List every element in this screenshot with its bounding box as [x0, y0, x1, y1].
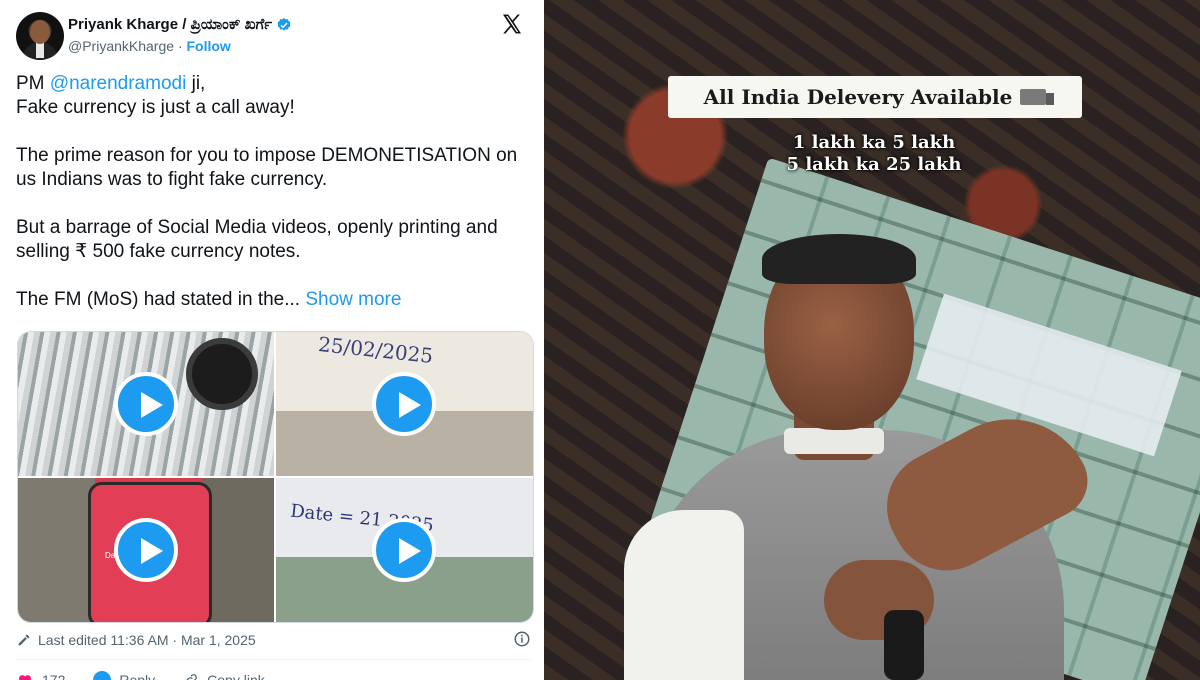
divider — [16, 659, 531, 660]
tweet-paragraph-4: The FM (MoS) had stated in the... Show m… — [16, 288, 531, 312]
handle-row: @PriyankKharge · Follow — [68, 38, 231, 54]
tweet-paragraph-2: The prime reason for you to impose DEMON… — [16, 145, 518, 190]
reply-label[interactable]: Reply — [119, 672, 155, 680]
author-handle[interactable]: @PriyankKharge — [68, 38, 174, 54]
video-thumbnail-1[interactable] — [18, 332, 274, 476]
video-thumbnail-3[interactable]: Da — [18, 478, 274, 622]
video-thumbnail-2[interactable]: 25/02/2025 — [276, 332, 533, 476]
tweet-card: Priyank Kharge / ಪ್ರಿಯಾಂಕ್ ಖರ್ಗೆ @Priyan… — [0, 0, 543, 680]
tweet-header: Priyank Kharge / ಪ್ರಿಯಾಂಕ್ ಖರ್ಗೆ @Priyan… — [16, 12, 536, 62]
text-segment: Fake currency is just a call away! — [16, 97, 295, 118]
separator-dot: · — [177, 38, 183, 54]
tweet-text: PM @narendramodi ji, Fake currency is ju… — [16, 72, 531, 336]
truncated-text: The FM (MoS) had stated in the... — [16, 289, 301, 310]
author-name[interactable]: Priyank Kharge / ಪ್ರಿಯಾಂಕ್ ಖರ್ಗೆ — [68, 16, 272, 33]
text-segment: PM — [16, 73, 50, 94]
show-more-link[interactable]: Show more — [305, 289, 401, 310]
text-segment: ji, — [186, 73, 206, 94]
delivery-banner: All India Delevery Available — [668, 76, 1082, 118]
verified-badge-icon — [277, 17, 291, 31]
author-row: Priyank Kharge / ಪ್ರಿಯಾಂಕ್ ಖರ್ಗೆ — [68, 16, 292, 33]
link-icon[interactable] — [183, 672, 199, 680]
tweet-actions: 172 Reply Copy link — [16, 668, 531, 680]
hair — [762, 234, 916, 284]
handwritten-date: 25/02/2025 — [317, 332, 435, 368]
play-icon[interactable] — [114, 518, 178, 582]
media-grid: 25/02/2025 Da Date = 21 2025 — [17, 331, 534, 623]
last-edited-text[interactable]: Last edited 11:36 AM · Mar 1, 2025 — [38, 632, 256, 648]
info-icon[interactable] — [513, 630, 531, 648]
avatar-face — [30, 20, 50, 44]
banner-text: All India Delevery Available — [703, 85, 1013, 109]
tweet-meta: Last edited 11:36 AM · Mar 1, 2025 — [16, 628, 531, 652]
play-icon[interactable] — [372, 518, 436, 582]
fan-shape — [186, 338, 258, 410]
offer-line-2: 5 lakh ka 25 lakh — [786, 154, 962, 175]
speaker-figure — [584, 230, 1144, 680]
video-thumbnail-4[interactable]: Date = 21 2025 — [276, 478, 533, 622]
microphone — [884, 610, 924, 680]
tweet-paragraph-1: PM @narendramodi ji, Fake currency is ju… — [16, 72, 531, 120]
play-icon[interactable] — [114, 372, 178, 436]
follow-button[interactable]: Follow — [187, 38, 231, 54]
avatar-collar — [36, 42, 44, 58]
avatar[interactable] — [16, 12, 64, 60]
x-logo-icon[interactable] — [500, 12, 524, 36]
mention-link[interactable]: @narendramodi — [50, 73, 187, 94]
play-icon[interactable] — [372, 372, 436, 436]
truck-icon — [1020, 89, 1055, 105]
shirt-collar — [784, 428, 884, 454]
copy-link-label[interactable]: Copy link — [207, 672, 265, 680]
shirt-sleeve — [624, 510, 744, 680]
offer-line-1: 1 lakh ka 5 lakh — [792, 132, 956, 153]
news-photo: All India Delevery Available 1 lakh ka 5… — [544, 0, 1200, 680]
heart-icon[interactable] — [16, 671, 34, 680]
like-count[interactable]: 172 — [42, 672, 65, 680]
pencil-icon — [18, 634, 30, 646]
reply-icon[interactable] — [93, 671, 112, 680]
tweet-paragraph-3: But a barrage of Social Media videos, op… — [16, 217, 498, 262]
